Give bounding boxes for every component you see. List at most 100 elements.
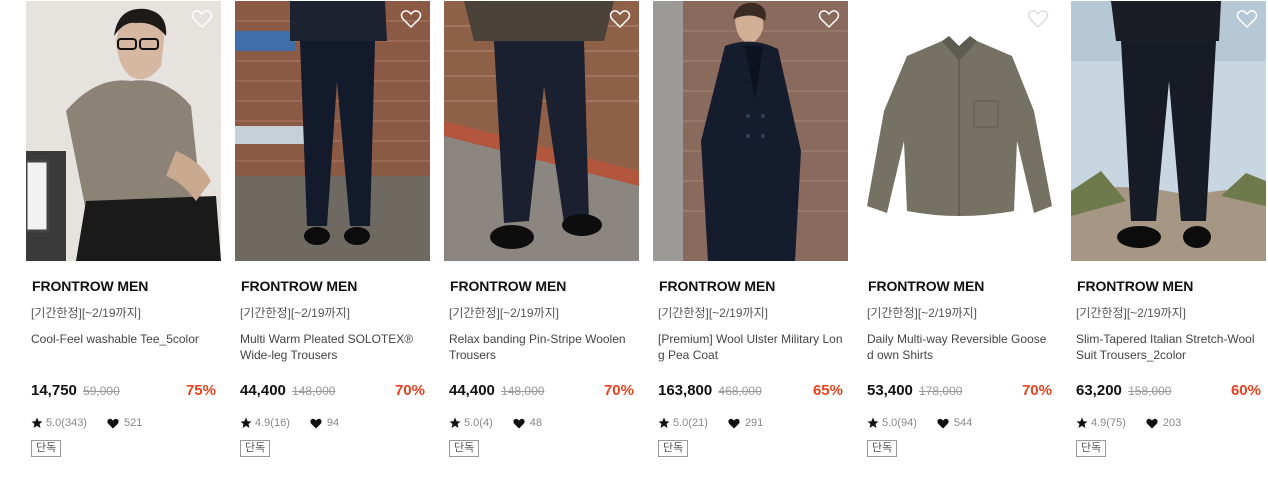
heart-icon [1146, 418, 1158, 428]
star-icon [867, 417, 879, 428]
wishlist-heart-icon[interactable] [400, 9, 422, 29]
rating: 5.0(343) [46, 417, 87, 429]
exclusive-badge: 단독 [240, 440, 271, 457]
star-icon [31, 417, 43, 428]
wishlist-heart-icon[interactable] [1236, 9, 1258, 29]
heart-icon [107, 418, 119, 428]
sale-price: 44,400 148,000 [449, 382, 544, 399]
promo-label: [기간한정][~2/19까지] [240, 306, 350, 320]
promo-label: [기간한정][~2/19까지] [31, 306, 141, 320]
discount-rate: 75% [185, 382, 216, 399]
original-price: 148,000 [501, 384, 545, 398]
price-row: 44,400 148,000 70% [444, 382, 639, 404]
review-meta: 5.0(343) 521 [31, 415, 221, 431]
discount-rate: 60% [1230, 382, 1261, 399]
heart-icon [310, 418, 322, 428]
wishlist-heart-icon[interactable] [191, 9, 213, 29]
like-count: 544 [953, 417, 973, 429]
heart-icon [513, 418, 525, 428]
product-image[interactable] [653, 1, 848, 261]
price-row: 14,750 59,000 75% [26, 382, 221, 404]
product-card[interactable]: FRONTROW MEN [기간한정][~2/19까지] Relax bandi… [444, 1, 639, 457]
exclusive-badge: 단독 [1076, 440, 1107, 457]
like-count: 94 [326, 417, 340, 429]
product-card[interactable]: FRONTROW MEN [기간한정][~2/19까지] Daily Multi… [862, 1, 1057, 457]
price-row: 44,400 148,000 70% [235, 382, 430, 404]
exclusive-badge: 단독 [658, 440, 689, 457]
original-price: 158,000 [1128, 384, 1172, 398]
original-price: 178,000 [919, 384, 963, 398]
star-icon [1076, 417, 1088, 428]
sale-price: 63,200 158,000 [1076, 382, 1171, 399]
price-row: 53,400 178,000 70% [862, 382, 1057, 404]
promo-label: [기간한정][~2/19까지] [658, 306, 768, 320]
review-meta: 4.9(16) 94 [240, 415, 430, 431]
product-image[interactable] [26, 1, 221, 261]
exclusive-badge: 단독 [449, 440, 480, 457]
product-image[interactable] [862, 1, 1057, 261]
discount-rate: 70% [1021, 382, 1052, 399]
wishlist-heart-icon[interactable] [818, 9, 840, 29]
sale-price-value: 163,800 [658, 382, 713, 399]
rating: 4.9(75) [1091, 417, 1126, 429]
product-name[interactable]: Slim-Tapered Italian Stretch-Wool Suit T… [1076, 331, 1262, 365]
like-count: 48 [529, 417, 542, 429]
product-name[interactable]: Cool-Feel washable Tee_5color [31, 331, 217, 365]
exclusive-badge: 단독 [31, 440, 62, 457]
discount-rate: 70% [394, 382, 425, 399]
sale-price: 14,750 59,000 [31, 382, 120, 399]
promo-label: [기간한정][~2/19까지] [449, 306, 559, 320]
wishlist-heart-icon[interactable] [1027, 9, 1049, 29]
brand-name[interactable]: FRONTROW MEN [32, 278, 221, 294]
sale-price-value: 44,400 [449, 382, 495, 399]
product-name[interactable]: Relax banding Pin-Stripe Woolen Trousers [449, 331, 635, 365]
sale-price: 163,800 468,000 [658, 382, 762, 399]
product-image[interactable] [235, 1, 430, 261]
review-meta: 4.9(75) 203 [1076, 415, 1266, 431]
original-price: 468,000 [718, 384, 762, 398]
product-photo-coat [653, 1, 848, 261]
price-row: 63,200 158,000 60% [1071, 382, 1266, 404]
sale-price-value: 53,400 [867, 382, 913, 399]
product-photo-trousers [1071, 1, 1266, 261]
heart-icon [937, 418, 949, 428]
exclusive-badge: 단독 [867, 440, 898, 457]
star-icon [240, 417, 252, 428]
product-name[interactable]: Daily Multi-way Reversible Goosed own Sh… [867, 331, 1053, 365]
review-meta: 5.0(94) 544 [867, 415, 1057, 431]
original-price: 148,000 [292, 384, 336, 398]
product-card[interactable]: FRONTROW MEN [기간한정][~2/19까지] Slim-Tapere… [1071, 1, 1266, 457]
product-name[interactable]: [Premium] Wool Ulster Military Long Pea … [658, 331, 844, 365]
original-price: 59,000 [83, 384, 120, 398]
like-count: 291 [744, 417, 764, 429]
wishlist-heart-icon[interactable] [609, 9, 631, 29]
rating: 5.0(4) [464, 417, 493, 429]
brand-name[interactable]: FRONTROW MEN [868, 278, 1057, 294]
product-image[interactable] [1071, 1, 1266, 261]
product-image[interactable] [444, 1, 639, 261]
price-row: 163,800 468,000 65% [653, 382, 848, 404]
star-icon [449, 417, 461, 428]
product-card[interactable]: FRONTROW MEN [기간한정][~2/19까지] Cool-Feel w… [26, 1, 221, 457]
review-meta: 5.0(21) 291 [658, 415, 848, 431]
product-grid: FRONTROW MEN [기간한정][~2/19까지] Cool-Feel w… [26, 1, 1266, 494]
promo-label: [기간한정][~2/19까지] [867, 306, 977, 320]
rating: 5.0(94) [882, 417, 917, 429]
sale-price-value: 63,200 [1076, 382, 1122, 399]
like-count: 203 [1162, 417, 1182, 429]
product-card[interactable]: FRONTROW MEN [기간한정][~2/19까지] Multi Warm … [235, 1, 430, 457]
brand-name[interactable]: FRONTROW MEN [450, 278, 639, 294]
sale-price: 44,400 148,000 [240, 382, 335, 399]
product-name[interactable]: Multi Warm Pleated SOLOTEX® Wide-leg Tro… [240, 331, 426, 365]
star-icon [658, 417, 670, 428]
sale-price-value: 14,750 [31, 382, 77, 399]
brand-name[interactable]: FRONTROW MEN [1077, 278, 1266, 294]
sale-price: 53,400 178,000 [867, 382, 962, 399]
brand-name[interactable]: FRONTROW MEN [241, 278, 430, 294]
product-card[interactable]: FRONTROW MEN [기간한정][~2/19까지] [Premium] W… [653, 1, 848, 457]
review-meta: 5.0(4) 48 [449, 415, 639, 431]
like-count: 521 [123, 417, 143, 429]
rating: 5.0(21) [673, 417, 708, 429]
brand-name[interactable]: FRONTROW MEN [659, 278, 848, 294]
discount-rate: 65% [812, 382, 843, 399]
